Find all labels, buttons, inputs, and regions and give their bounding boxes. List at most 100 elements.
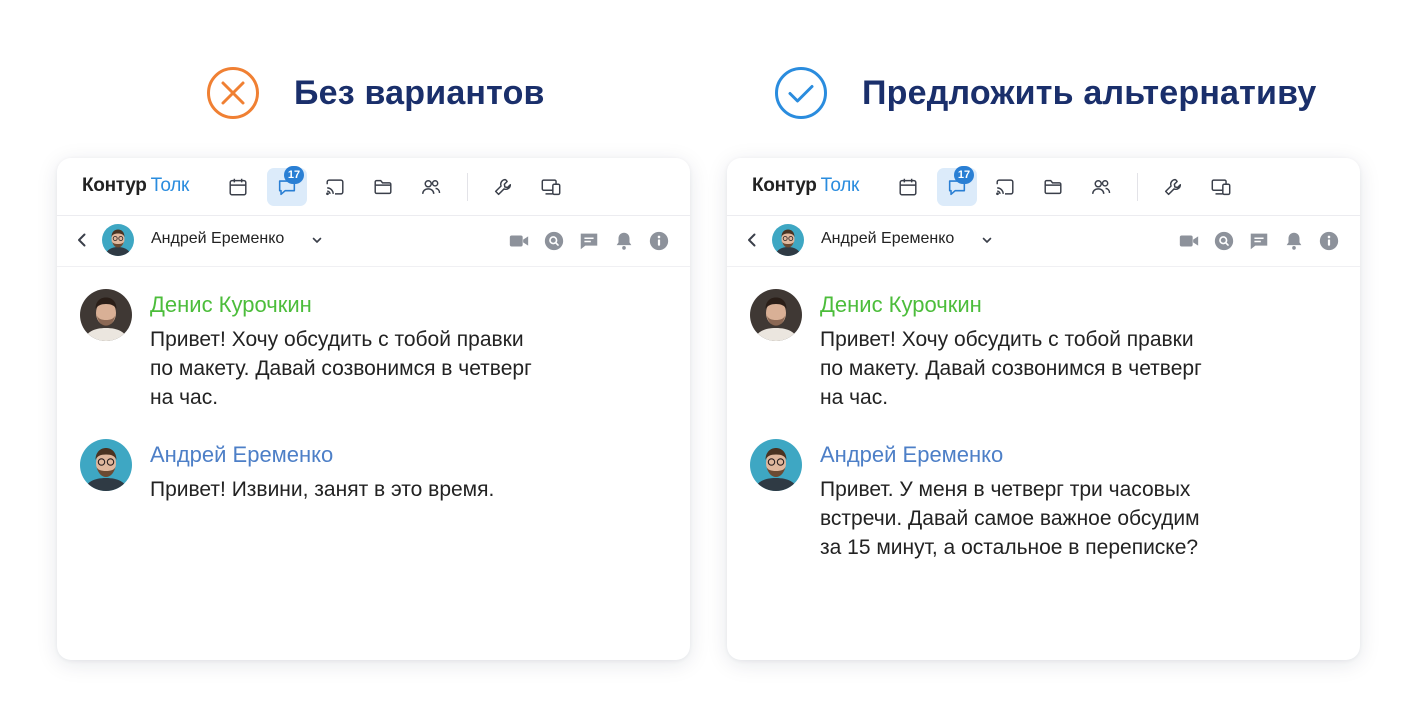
message-author[interactable]: Денис Курочкин	[150, 292, 610, 318]
message-text: Привет! Извини, занят в это время.	[150, 475, 600, 504]
bell-icon[interactable]	[613, 230, 635, 252]
broadcast-button[interactable]	[315, 168, 355, 206]
app-window: Контур Толк 17 Андрей Еременко Денис Кур…	[727, 158, 1360, 660]
brand-name: Контур	[82, 175, 147, 196]
message-text: Привет! Хочу обсудить с тобой правки по …	[150, 325, 600, 412]
avatar-denis-image	[750, 289, 802, 341]
contacts-button[interactable]	[411, 168, 451, 206]
avatar[interactable]	[772, 224, 804, 256]
calendar-button[interactable]	[218, 168, 258, 206]
people-icon	[1092, 180, 1111, 194]
message-line: по макету. Давай созвонимся в четверг	[150, 357, 532, 380]
calendar-button[interactable]	[888, 168, 928, 206]
message-body: Андрей Еременко Привет. У меня в четверг…	[820, 442, 1280, 562]
message-text: Привет! Хочу обсудить с тобой правки по …	[820, 325, 1270, 412]
toolbar-divider	[1137, 173, 1138, 201]
thread-icon[interactable]	[578, 230, 600, 252]
app-logo[interactable]: Контур Толк	[752, 175, 859, 197]
message-body: Андрей Еременко Привет! Извини, занят в …	[150, 442, 610, 504]
chat-contact-name[interactable]: Андрей Еременко	[821, 230, 954, 248]
message-line: на час.	[150, 386, 219, 409]
panel-title: Без вариантов	[294, 73, 545, 112]
wrench-icon	[494, 178, 512, 196]
app-toolbar: Контур Толк 17	[727, 158, 1360, 216]
broadcast-button[interactable]	[985, 168, 1025, 206]
avatar[interactable]	[80, 439, 132, 491]
message-body: Денис Курочкин Привет! Хочу обсудить с т…	[150, 292, 610, 412]
cast-icon	[996, 179, 1014, 196]
chat-contact-name[interactable]: Андрей Еременко	[151, 230, 284, 248]
comparison-panel-good: Предложить альтернативу Контур Толк 17 А…	[727, 0, 1367, 720]
app-toolbar: Контур Толк 17	[57, 158, 690, 216]
panel-heading: Без вариантов	[206, 66, 545, 120]
message-body: Денис Курочкин Привет! Хочу обсудить с т…	[820, 292, 1280, 412]
avatar[interactable]	[750, 439, 802, 491]
message-author[interactable]: Денис Курочкин	[820, 292, 1280, 318]
devices-icon	[1211, 179, 1231, 196]
info-icon[interactable]	[648, 230, 670, 252]
app-window: Контур Толк 17 Андрей Еременко Денис Кур…	[57, 158, 690, 660]
tools-button[interactable]	[1153, 168, 1193, 206]
thread-icon[interactable]	[1248, 230, 1270, 252]
message-line: встречи. Давай самое важное обсудим	[820, 507, 1200, 530]
app-logo[interactable]: Контур Толк	[82, 175, 189, 197]
message-line: Привет! Хочу обсудить с тобой правки	[150, 328, 524, 351]
contacts-button[interactable]	[1081, 168, 1121, 206]
avatar[interactable]	[80, 289, 132, 341]
files-button[interactable]	[363, 168, 403, 206]
message-author[interactable]: Андрей Еременко	[820, 442, 1280, 468]
back-arrow-icon[interactable]	[73, 231, 91, 249]
calendar-icon	[899, 178, 917, 196]
message-line: Привет! Извини, занят в это время.	[150, 478, 495, 501]
panel-title: Предложить альтернативу	[862, 73, 1317, 112]
search-icon[interactable]	[543, 230, 565, 252]
avatar[interactable]	[750, 289, 802, 341]
brand-name: Контур	[752, 175, 817, 196]
search-icon[interactable]	[1213, 230, 1235, 252]
message-line: Привет. У меня в четверг три часовых	[820, 478, 1191, 501]
chat-header: Андрей Еременко	[57, 216, 690, 267]
info-icon[interactable]	[1318, 230, 1340, 252]
tools-button[interactable]	[483, 168, 523, 206]
unread-badge: 17	[284, 166, 304, 184]
x-circle-icon	[207, 67, 259, 119]
brand-product: Толк	[820, 175, 860, 196]
check-circle-icon	[775, 67, 827, 119]
folder-icon	[1044, 179, 1062, 195]
chat-header: Андрей Еременко	[727, 216, 1360, 267]
avatar-andrey-image	[80, 439, 132, 491]
avatar-denis-image	[80, 289, 132, 341]
chevron-down-icon[interactable]	[311, 234, 323, 246]
bell-icon[interactable]	[1283, 230, 1305, 252]
message-line: по макету. Давай созвонимся в четверг	[820, 357, 1202, 380]
avatar-andrey-image	[750, 439, 802, 491]
chats-button[interactable]: 17	[937, 166, 977, 206]
back-arrow-icon[interactable]	[743, 231, 761, 249]
chats-button[interactable]: 17	[267, 166, 307, 206]
devices-button[interactable]	[531, 168, 571, 206]
folder-icon	[374, 179, 392, 195]
cast-icon	[326, 179, 344, 196]
panel-heading: Предложить альтернативу	[774, 66, 1317, 120]
message-author[interactable]: Андрей Еременко	[150, 442, 610, 468]
avatar-andrey-image	[102, 224, 134, 256]
wrench-icon	[1164, 178, 1182, 196]
message-line: Привет! Хочу обсудить с тобой правки	[820, 328, 1194, 351]
message-line: за 15 минут, а остальное в переписке?	[820, 536, 1199, 559]
people-icon	[422, 180, 441, 194]
devices-button[interactable]	[1201, 168, 1241, 206]
brand-product: Толк	[150, 175, 190, 196]
devices-icon	[541, 179, 561, 196]
chevron-down-icon[interactable]	[981, 234, 993, 246]
calendar-icon	[229, 178, 247, 196]
video-icon[interactable]	[1178, 230, 1200, 252]
avatar[interactable]	[102, 224, 134, 256]
comparison-panel-bad: Без вариантов Контур Толк 17 Андрей Ерем…	[57, 0, 697, 720]
avatar-andrey-image	[772, 224, 804, 256]
video-icon[interactable]	[508, 230, 530, 252]
files-button[interactable]	[1033, 168, 1073, 206]
toolbar-divider	[467, 173, 468, 201]
unread-badge: 17	[954, 166, 974, 184]
message-line: на час.	[820, 386, 889, 409]
message-text: Привет. У меня в четверг три часовых вст…	[820, 475, 1270, 562]
